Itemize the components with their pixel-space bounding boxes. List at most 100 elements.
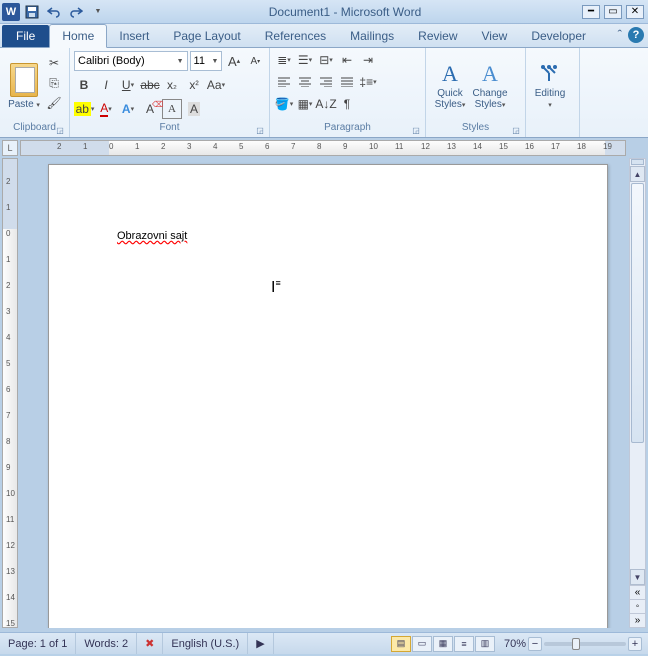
macro-status[interactable]: ▶ xyxy=(248,633,273,654)
draft-view-button[interactable]: ▥ xyxy=(475,636,495,652)
increase-indent-button[interactable]: ⇥ xyxy=(358,50,378,70)
tab-insert[interactable]: Insert xyxy=(107,25,161,47)
tab-page-layout[interactable]: Page Layout xyxy=(161,25,252,47)
strikethrough-button[interactable]: abc xyxy=(140,75,160,95)
document-page[interactable]: Obrazovni sajt I≡ xyxy=(48,164,608,628)
tab-mailings[interactable]: Mailings xyxy=(338,25,406,47)
find-icon xyxy=(538,62,562,86)
subscript-button[interactable]: x₂ xyxy=(162,75,182,95)
paragraph-group-label: Paragraph xyxy=(324,122,371,133)
shrink-font-icon[interactable]: A▾ xyxy=(246,51,265,71)
font-launcher-icon[interactable]: ◲ xyxy=(255,126,265,136)
maximize-button[interactable]: ▭ xyxy=(604,5,622,19)
language-status[interactable]: English (U.S.) xyxy=(163,633,248,654)
styles-launcher-icon[interactable]: ◲ xyxy=(511,126,521,136)
outline-view-button[interactable]: ≡ xyxy=(454,636,474,652)
page-number-status[interactable]: Page: 1 of 1 xyxy=(0,633,76,654)
scroll-thumb[interactable] xyxy=(631,183,644,443)
quick-access-toolbar: W ▼ xyxy=(0,2,108,22)
superscript-button[interactable]: x² xyxy=(184,75,204,95)
text-cursor-icon: I≡ xyxy=(271,279,281,297)
text-effects-button[interactable]: A▾ xyxy=(118,99,138,119)
next-page-icon[interactable]: » xyxy=(630,613,645,627)
font-size-value: 11 xyxy=(194,55,205,67)
tab-developer[interactable]: Developer xyxy=(519,25,598,47)
justify-button[interactable] xyxy=(337,72,357,92)
underline-button[interactable]: U▾ xyxy=(118,75,138,95)
font-name-combo[interactable]: Calibri (Body)▼ xyxy=(74,51,188,71)
grow-font-icon[interactable]: A▴ xyxy=(224,51,243,71)
bold-button[interactable]: B xyxy=(74,75,94,95)
tab-references[interactable]: References xyxy=(253,25,338,47)
copy-icon[interactable]: ⎘ xyxy=(44,73,64,93)
tab-review[interactable]: Review xyxy=(406,25,469,47)
font-group-label: Font xyxy=(159,122,179,133)
vertical-scrollbar[interactable]: ▲ ▼ « ◦ » xyxy=(629,158,646,628)
horizontal-ruler[interactable]: 21012345678910111213141516171819 xyxy=(20,140,626,156)
paragraph-launcher-icon[interactable]: ◲ xyxy=(411,126,421,136)
font-color-button[interactable]: A▾ xyxy=(96,99,116,119)
align-left-button[interactable] xyxy=(274,72,294,92)
document-text[interactable]: Obrazovni sajt xyxy=(117,230,187,242)
line-spacing-button[interactable]: ‡≡▾ xyxy=(358,72,378,92)
vertical-ruler[interactable]: 21012345678910111213141516 xyxy=(2,158,18,628)
font-size-combo[interactable]: 11▼ xyxy=(190,51,223,71)
highlight-button[interactable]: ab▾ xyxy=(74,99,94,119)
change-styles-button[interactable]: A Change Styles▾ xyxy=(470,60,510,112)
prev-page-icon[interactable]: « xyxy=(630,585,645,599)
align-right-button[interactable] xyxy=(316,72,336,92)
word-count-status[interactable]: Words: 2 xyxy=(76,633,137,654)
save-icon[interactable] xyxy=(22,2,42,22)
tab-view[interactable]: View xyxy=(470,25,520,47)
group-styles: A Quick Styles▾ A Change Styles▾ Styles◲ xyxy=(426,48,526,137)
quick-styles-button[interactable]: A Quick Styles▾ xyxy=(430,60,470,112)
zoom-in-button[interactable]: + xyxy=(628,637,642,651)
qat-customize-icon[interactable]: ▼ xyxy=(88,2,108,22)
character-border-button[interactable]: A xyxy=(162,99,182,119)
change-case-button[interactable]: Aa▾ xyxy=(206,75,226,95)
align-center-button[interactable] xyxy=(295,72,315,92)
file-tab[interactable]: File xyxy=(2,25,49,47)
decrease-indent-button[interactable]: ⇤ xyxy=(337,50,357,70)
window-controls: ━ ▭ ✕ xyxy=(582,5,648,19)
minimize-ribbon-icon[interactable]: ˆ xyxy=(618,27,622,43)
zoom-slider-thumb[interactable] xyxy=(572,638,580,650)
minimize-button[interactable]: ━ xyxy=(582,5,600,19)
cut-icon[interactable]: ✂ xyxy=(44,53,64,73)
format-painter-icon[interactable]: 🖌 xyxy=(44,93,64,113)
split-handle[interactable] xyxy=(631,159,644,165)
undo-icon[interactable] xyxy=(44,2,64,22)
italic-button[interactable]: I xyxy=(96,75,116,95)
numbering-button[interactable]: ☰▾ xyxy=(295,50,315,70)
clipboard-launcher-icon[interactable]: ◲ xyxy=(55,126,65,136)
proofing-status[interactable]: ✖ xyxy=(137,633,163,654)
bullets-button[interactable]: ≣▾ xyxy=(274,50,294,70)
group-font: Calibri (Body)▼ 11▼ A▴ A▾ B I U▾ abc x₂ … xyxy=(70,48,270,137)
character-shading-button[interactable]: A xyxy=(184,99,204,119)
redo-icon[interactable] xyxy=(66,2,86,22)
help-icon[interactable]: ? xyxy=(628,27,644,43)
zoom-slider[interactable] xyxy=(544,642,626,646)
clear-formatting-button[interactable]: A⌫ xyxy=(140,99,160,119)
borders-button[interactable]: ▦▾ xyxy=(295,94,315,114)
zoom-control: 70% − + xyxy=(498,637,648,651)
tab-home[interactable]: Home xyxy=(49,24,107,48)
full-screen-view-button[interactable]: ▭ xyxy=(412,636,432,652)
zoom-level[interactable]: 70% xyxy=(504,638,526,650)
show-marks-button[interactable]: ¶ xyxy=(337,94,357,114)
close-button[interactable]: ✕ xyxy=(626,5,644,19)
zoom-out-button[interactable]: − xyxy=(528,637,542,651)
web-layout-view-button[interactable]: ▦ xyxy=(433,636,453,652)
word-app-icon[interactable]: W xyxy=(2,3,20,21)
multilevel-list-button[interactable]: ⊟▾ xyxy=(316,50,336,70)
tab-selector[interactable]: L xyxy=(2,140,18,156)
editing-button[interactable]: Editing▾ xyxy=(530,50,570,122)
scroll-up-icon[interactable]: ▲ xyxy=(630,166,645,182)
print-layout-view-button[interactable]: ▤ xyxy=(391,636,411,652)
paste-button[interactable]: Paste ▾ xyxy=(4,50,44,122)
browse-object-icon[interactable]: ◦ xyxy=(630,599,645,613)
document-viewport[interactable]: Obrazovni sajt I≡ xyxy=(20,158,626,628)
shading-button[interactable]: 🪣▾ xyxy=(274,94,294,114)
scroll-down-icon[interactable]: ▼ xyxy=(630,569,645,585)
sort-button[interactable]: A↓Z xyxy=(316,94,336,114)
